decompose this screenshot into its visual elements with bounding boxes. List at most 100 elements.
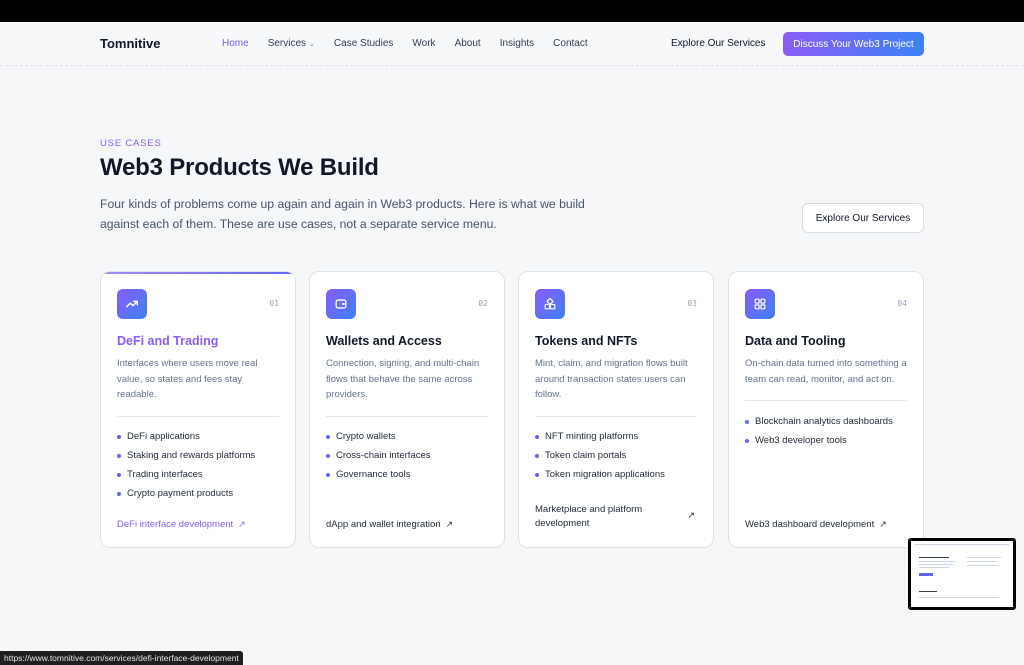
nav-item-contact[interactable]: Contact <box>553 38 587 49</box>
bullet-dot <box>535 453 539 458</box>
card-number: 04 <box>897 299 907 308</box>
list-item-label: Crypto payment products <box>127 488 234 499</box>
status-bar-url: https://www.tomnitive.com/services/defi-… <box>0 651 243 665</box>
card-description: On-chain data turned into something a te… <box>745 358 907 385</box>
list-item-label: DeFi applications <box>127 431 200 442</box>
thumbnail-line <box>919 567 949 568</box>
list-item-label: Crypto wallets <box>336 431 396 442</box>
list-item-label: Staking and rewards platforms <box>127 450 256 461</box>
list-item-label: Cross-chain interfaces <box>336 450 431 461</box>
list-item: Crypto wallets <box>326 427 431 446</box>
list-item-label: Web3 developer tools <box>755 435 847 446</box>
card-link[interactable]: Marketplace and platform development <box>535 503 685 531</box>
brand-logo[interactable]: Tomnitive <box>100 36 160 51</box>
list-item: NFT minting platforms <box>535 427 665 446</box>
card-number: 02 <box>478 299 488 308</box>
card-description: Interfaces where users move real value, … <box>117 358 258 400</box>
nav-item-label: Services <box>267 38 307 49</box>
list-item: Cross-chain interfaces <box>326 446 431 465</box>
card-title: Wallets and Access <box>326 334 442 348</box>
card-feature-list: Crypto wallets Cross-chain interfaces Go… <box>326 427 431 484</box>
card-divider <box>326 416 488 417</box>
explore-services-link[interactable]: Explore Our Services <box>671 38 765 49</box>
bullet-dot <box>535 472 539 477</box>
trending-up-icon <box>117 289 147 319</box>
browser-top-bar <box>0 0 1024 22</box>
card-link-label: Web3 dashboard development <box>745 519 875 530</box>
card-link[interactable]: dApp and wallet integration ↗ <box>326 517 453 532</box>
card-feature-list: NFT minting platforms Token claim portal… <box>535 427 665 484</box>
arrow-up-right-icon: ↗ <box>879 519 887 529</box>
grid-icon <box>745 289 775 319</box>
list-item: Staking and rewards platforms <box>117 446 255 465</box>
list-item-label: NFT minting platforms <box>545 431 639 442</box>
card-title: DeFi and Trading <box>117 334 219 348</box>
card-divider <box>745 400 907 401</box>
card-divider <box>535 416 697 417</box>
use-case-card-data[interactable]: 04 Data and Tooling On-chain data turned… <box>728 271 924 548</box>
arrow-up-right-icon: ↗ <box>445 519 454 529</box>
arrow-up-right-icon[interactable]: ↗ <box>687 510 695 521</box>
nav-item-home[interactable]: Home <box>222 38 249 49</box>
thumbnail-line <box>967 557 1001 558</box>
section-lead: Four kinds of problems come up again and… <box>100 197 585 231</box>
card-link-label: dApp and wallet integration <box>326 519 441 530</box>
thumbnail-line <box>919 591 937 592</box>
card-link[interactable]: Web3 dashboard development ↗ <box>745 517 887 532</box>
card-active-bar <box>101 272 295 274</box>
list-item-label: Blockchain analytics dashboards <box>755 416 893 427</box>
list-item-label: Token migration applications <box>545 469 665 480</box>
use-case-card-tokens[interactable]: 03 Tokens and NFTs Mint, claim, and migr… <box>518 271 714 548</box>
card-title: Tokens and NFTs <box>535 334 638 348</box>
use-case-card-defi[interactable]: 01 DeFi and Trading Interfaces where use… <box>100 271 296 548</box>
site-header: Tomnitive Home Services ⌄ Case Studies Wo… <box>0 22 1024 66</box>
list-item: DeFi applications <box>117 427 255 446</box>
bullet-dot <box>745 419 749 424</box>
chevron-down-icon: ⌄ <box>309 41 315 48</box>
thumbnail-line <box>915 544 1009 545</box>
thumbnail-content <box>911 541 1013 607</box>
main-nav: Home Services ⌄ Case Studies Work About I… <box>222 38 607 49</box>
explore-services-button[interactable]: Explore Our Services <box>802 203 924 233</box>
card-number: 03 <box>687 299 697 308</box>
use-case-card-wallets[interactable]: 02 Wallets and Access Connection, signin… <box>309 271 505 548</box>
thumbnail-line <box>919 597 999 598</box>
card-link[interactable]: DeFi interface development ↗ <box>117 517 246 532</box>
section-eyebrow: USE CASES <box>100 138 162 149</box>
thumbnail-line <box>919 564 953 565</box>
card-divider <box>117 416 279 417</box>
list-item: Crypto payment products <box>117 484 255 503</box>
nav-item-services[interactable]: Services ⌄ <box>268 38 315 49</box>
card-feature-list: DeFi applications Staking and rewards pl… <box>117 427 255 503</box>
thumbnail-line <box>967 565 999 566</box>
list-item-label: Token claim portals <box>545 450 627 461</box>
list-item: Governance tools <box>326 465 431 484</box>
arrow-up-right-icon: ↗ <box>238 519 246 529</box>
thumbnail-line <box>919 557 949 558</box>
bullet-dot <box>745 438 749 443</box>
nav-item-insights[interactable]: Insights <box>500 38 534 49</box>
nav-item-work[interactable]: Work <box>412 38 435 49</box>
bullet-dot <box>117 472 121 477</box>
card-feature-list: Blockchain analytics dashboards Web3 dev… <box>745 412 893 450</box>
bullet-dot <box>326 434 330 439</box>
bullet-dot <box>326 472 330 477</box>
thumbnail-button <box>919 573 933 576</box>
card-title: Data and Tooling <box>745 334 846 348</box>
discuss-project-button[interactable]: Discuss Your Web3 Project <box>783 32 924 56</box>
bullet-dot <box>117 491 121 496</box>
nav-item-case-studies[interactable]: Case Studies <box>334 38 393 49</box>
list-item-label: Governance tools <box>336 469 411 480</box>
token-blocks-icon <box>535 289 565 319</box>
page-preview-thumbnail[interactable] <box>908 538 1016 610</box>
card-description: Mint, claim, and migration flows built a… <box>535 358 688 400</box>
card-link-label: DeFi interface development <box>117 519 234 530</box>
thumbnail-line <box>919 561 955 562</box>
nav-item-about[interactable]: About <box>455 38 481 49</box>
list-item: Token migration applications <box>535 465 665 484</box>
card-number: 01 <box>269 299 279 308</box>
card-description: Connection, signing, and multi-chain flo… <box>326 358 480 400</box>
bullet-dot <box>117 434 121 439</box>
wallet-icon <box>326 289 356 319</box>
list-item: Blockchain analytics dashboards <box>745 412 893 431</box>
